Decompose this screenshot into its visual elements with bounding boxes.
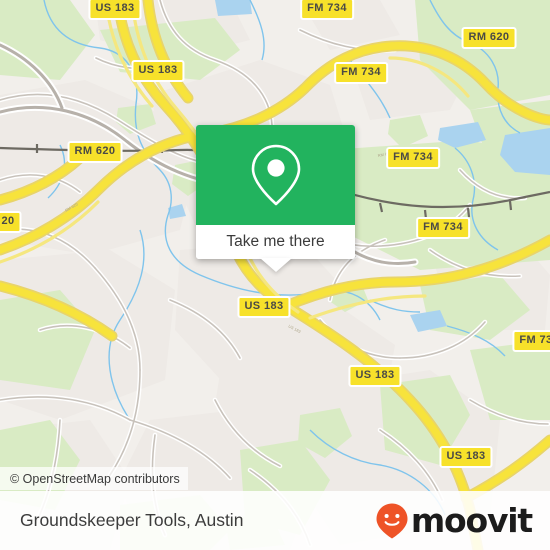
road-shield: FM 734 <box>416 217 470 239</box>
road-shield: US 183 <box>348 365 402 387</box>
moovit-logo[interactable]: moovit <box>375 501 533 540</box>
road-shield: RM 620 <box>461 27 517 49</box>
road-shield: US 183 <box>237 296 291 318</box>
location-popup-card[interactable]: Take me there <box>196 125 355 272</box>
map-screen: RM 620 US 183 RM 620 US 183 FM 734 RM 62… <box>0 0 550 550</box>
place-title: Groundskeeper Tools, Austin <box>20 510 244 530</box>
moovit-pin-icon <box>376 503 408 538</box>
road-shield: US 183 <box>131 60 185 82</box>
road-shield: FM 734 <box>300 0 354 20</box>
road-shield: FM 734 <box>386 147 440 169</box>
location-pin-icon <box>251 144 300 206</box>
road-shield: FM 734 <box>334 62 388 84</box>
road-shield: RM 620 <box>67 141 123 163</box>
popup-pointer <box>259 258 292 272</box>
road-shield: FM 73 <box>512 330 550 352</box>
moovit-wordmark: moovit <box>410 501 533 540</box>
road-shield: 20 <box>0 211 22 233</box>
take-me-there-button[interactable]: Take me there <box>196 225 355 259</box>
road-shield: US 183 <box>88 0 142 20</box>
popup-header <box>196 125 355 225</box>
road-shield: US 183 <box>439 446 493 468</box>
map-attribution[interactable]: © OpenStreetMap contributors <box>0 467 188 490</box>
footer-bar: Groundskeeper Tools, Austin moovit <box>0 491 550 550</box>
